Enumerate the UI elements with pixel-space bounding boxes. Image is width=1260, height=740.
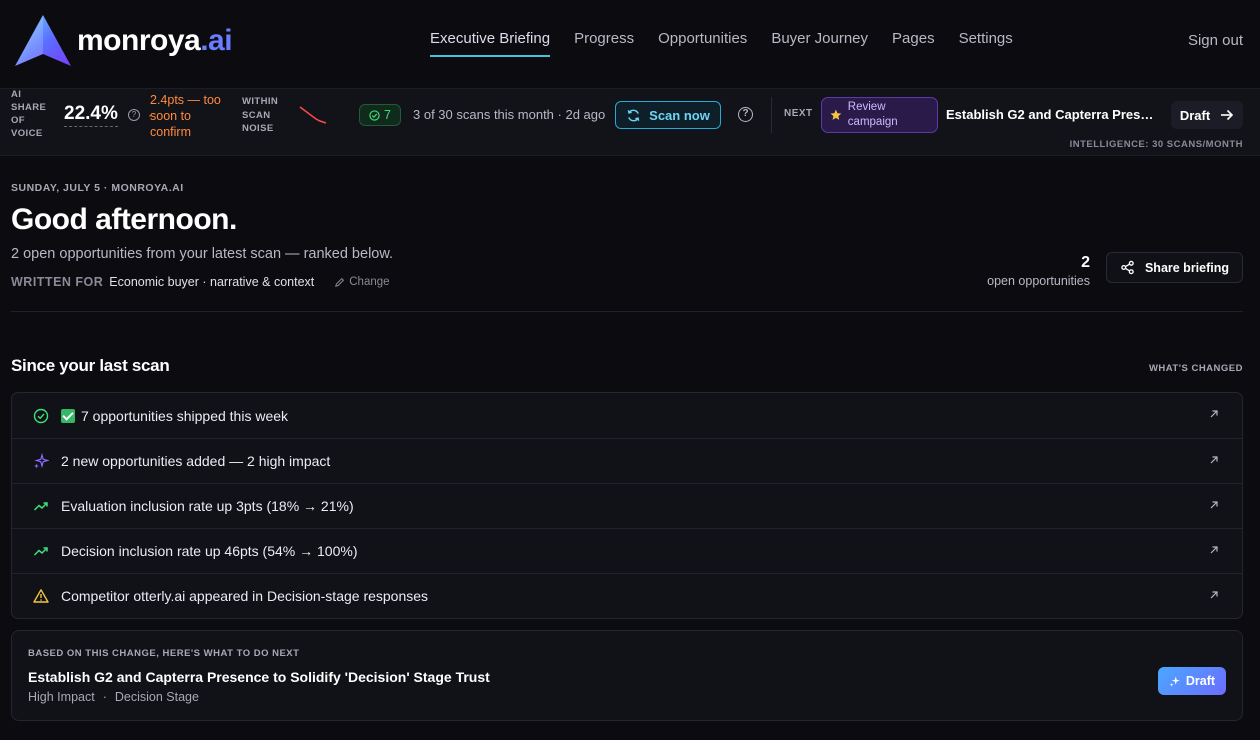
nav-progress[interactable]: Progress <box>574 30 634 57</box>
arrow-up-right-icon <box>1210 591 1218 599</box>
trending-up-icon <box>32 497 50 515</box>
page-title: Good afternoon. <box>11 203 237 236</box>
list-item[interactable]: Decision inclusion rate up 46pts (54% → … <box>12 528 1242 573</box>
check-circle-icon <box>32 407 50 425</box>
arrow-up-right-icon <box>1210 456 1218 464</box>
changes-list: 7 opportunities shipped this week 2 new … <box>11 392 1243 619</box>
scan-now-button[interactable]: Scan now <box>615 101 721 129</box>
arrow-up-right-icon <box>1210 501 1218 509</box>
written-for-label: WRITTEN FOR <box>11 275 104 289</box>
review-campaign-label: Review campaign <box>847 101 898 128</box>
share-briefing-button[interactable]: Share briefing <box>1106 252 1243 283</box>
stage-tag: Decision Stage <box>114 690 199 704</box>
whats-changed-label: WHAT'S CHANGED <box>1148 363 1243 374</box>
main-nav: Executive Briefing Progress Opportunitie… <box>430 30 1013 57</box>
star-icon <box>830 109 842 120</box>
change-text: 7 opportunities shipped this week <box>61 408 288 424</box>
sparkles-icon <box>1169 676 1180 687</box>
help-icon[interactable]: ? <box>128 109 140 121</box>
pencil-icon <box>335 277 345 287</box>
nav-settings[interactable]: Settings <box>959 30 1013 57</box>
section-title: Since your last scan <box>11 356 170 375</box>
trending-up-icon <box>32 542 50 560</box>
scan-now-label: Scan now <box>649 107 710 123</box>
sparkles-icon <box>32 452 50 470</box>
change-text: Decision inclusion rate up 46pts (54% → … <box>61 543 358 559</box>
open-count-label: open opportunities <box>987 274 1090 288</box>
trend-sparkline <box>299 106 327 124</box>
share-icon <box>1121 260 1134 275</box>
draft-label: Draft <box>1185 674 1216 688</box>
check-circle-icon <box>369 109 380 121</box>
divider <box>11 311 1243 312</box>
scans-usage: 3 of 30 scans this month · 2d ago <box>413 107 606 122</box>
recommendation-card: BASED ON THIS CHANGE, HERE'S WHAT TO DO … <box>11 630 1243 721</box>
open-count-number: 2 <box>1081 254 1090 271</box>
top-navigation: monroya.ai Executive Briefing Progress O… <box>0 0 1260 88</box>
arrow-up-right-icon <box>1210 410 1218 418</box>
recommendation-title[interactable]: Establish G2 and Capterra Presence to So… <box>28 669 490 685</box>
change-label: Change <box>349 276 390 288</box>
warning-icon <box>32 587 50 605</box>
intelligence-plan: INTELLIGENCE: 30 SCANS/MONTH <box>1069 139 1243 150</box>
shipped-count: 7 <box>384 108 391 122</box>
page-subtitle: 2 open opportunities from your latest sc… <box>11 246 394 262</box>
list-item[interactable]: 2 new opportunities added — 2 high impac… <box>12 438 1242 483</box>
status-strip: AI SHARE OF VOICE 22.4% ? · 2.4pts — too… <box>0 88 1260 156</box>
brand-logo[interactable]: monroya.ai <box>13 14 233 68</box>
checkbox-icon <box>61 408 75 423</box>
nav-opportunities[interactable]: Opportunities <box>658 30 747 57</box>
refresh-icon <box>627 109 640 121</box>
share-of-voice-value[interactable]: 22.4% <box>64 103 118 127</box>
arrow-up-right-icon <box>1210 546 1218 554</box>
list-item[interactable]: Evaluation inclusion rate up 3pts (18% →… <box>12 483 1242 528</box>
open-opportunities-count: 2 open opportunities <box>983 254 1090 288</box>
draft-next-button[interactable]: Draft <box>1171 101 1243 129</box>
brand-name: monroya.ai <box>77 24 233 57</box>
change-text: Competitor otterly.ai appeared in Decisi… <box>61 588 429 604</box>
nav-buyer-journey[interactable]: Buyer Journey <box>771 30 868 57</box>
change-text: 2 new opportunities added — 2 high impac… <box>61 453 331 469</box>
arrow-right-icon <box>1221 109 1234 121</box>
recommendation-kicker: BASED ON THIS CHANGE, HERE'S WHAT TO DO … <box>28 648 300 659</box>
draft-label: Draft <box>1179 107 1211 123</box>
nav-pages[interactable]: Pages <box>892 30 935 57</box>
list-item[interactable]: Competitor otterly.ai appeared in Decisi… <box>12 573 1242 618</box>
share-of-voice-label: AI SHARE OF VOICE <box>11 89 47 139</box>
date-line: SUNDAY, JULY 5 · MONROYA.AI <box>11 182 184 194</box>
share-of-voice-delta: 2.4pts — too soon to confirm <box>150 93 221 139</box>
sign-out-link[interactable]: Sign out <box>1188 32 1243 49</box>
shipped-count-badge[interactable]: 7 <box>359 104 401 126</box>
draft-button[interactable]: Draft <box>1158 667 1226 695</box>
meta-separator: · <box>102 690 107 704</box>
change-audience-button[interactable]: Change <box>334 276 390 288</box>
share-briefing-label: Share briefing <box>1144 260 1230 275</box>
scan-noise-label: WITHIN SCAN NOISE <box>242 96 279 134</box>
help-icon[interactable]: ? <box>738 107 753 122</box>
brand-mark-icon <box>15 15 71 66</box>
nav-executive-briefing[interactable]: Executive Briefing <box>430 30 551 57</box>
audience-selector: WRITTEN FOR Economic buyer · narrative &… <box>11 275 390 289</box>
change-text: Evaluation inclusion rate up 3pts (18% →… <box>61 498 354 514</box>
written-for-value: Economic buyer · narrative & context <box>109 275 315 289</box>
list-item[interactable]: 7 opportunities shipped this week <box>12 393 1242 438</box>
impact-tag: High Impact <box>28 690 95 704</box>
divider <box>771 97 772 133</box>
next-label: NEXT <box>784 108 813 119</box>
recommendation-meta: High Impact · Decision Stage <box>28 690 199 704</box>
next-opportunity-title[interactable]: Establish G2 and Capterra Presence to So… <box>946 107 1160 122</box>
review-campaign-badge[interactable]: Review campaign <box>821 97 938 133</box>
